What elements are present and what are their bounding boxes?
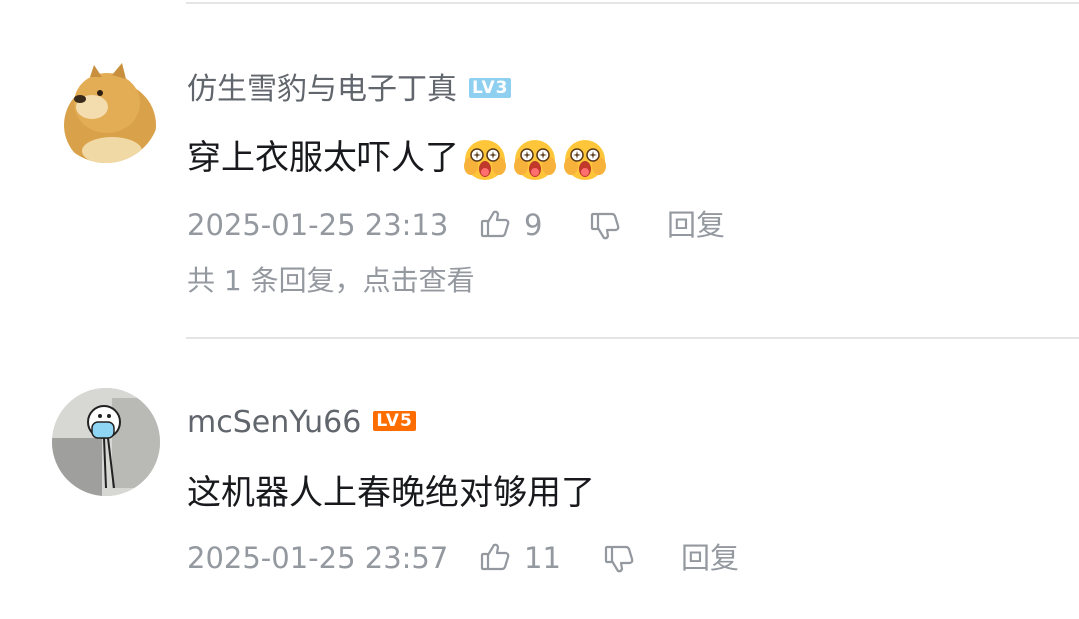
timestamp: 2025-01-25 23:13 <box>187 208 449 242</box>
comment-text: 穿上衣服太吓人了 <box>187 134 609 184</box>
shocked-face-icon <box>511 136 559 184</box>
top-divider <box>186 2 1079 4</box>
username-text[interactable]: 仿生雪豹与电子丁真 <box>187 72 457 107</box>
comment-text: 这机器人上春晚绝对够用了 <box>187 473 595 513</box>
reply-button[interactable]: 回复 <box>667 205 725 245</box>
like-count: 9 <box>524 208 543 242</box>
shocked-face-icon <box>461 136 509 184</box>
comment-divider <box>186 337 1079 339</box>
level-badge: LV5 <box>373 410 416 431</box>
comment-meta: 2025-01-25 23:57 11 回复 <box>187 538 787 578</box>
avatar[interactable] <box>52 388 160 496</box>
like-icon[interactable] <box>479 541 511 573</box>
comment-meta: 2025-01-25 23:13 9 回复 <box>187 205 787 245</box>
like-icon[interactable] <box>479 208 511 240</box>
username[interactable]: 仿生雪豹与电子丁真 LV3 <box>187 70 512 110</box>
comment-text-content: 穿上衣服太吓人了 <box>187 138 459 178</box>
reply-button[interactable]: 回复 <box>681 538 739 578</box>
level-badge: LV3 <box>469 77 512 98</box>
timestamp: 2025-01-25 23:57 <box>187 541 449 575</box>
username-text[interactable]: mcSenYu66 <box>187 405 361 440</box>
avatar[interactable] <box>52 55 160 163</box>
username[interactable]: mcSenYu66 LV5 <box>187 403 416 443</box>
like-count: 11 <box>524 541 561 575</box>
dislike-icon[interactable] <box>589 210 621 242</box>
dislike-icon[interactable] <box>603 543 635 575</box>
view-replies-link[interactable]: 共 1 条回复，点击查看 <box>187 261 475 301</box>
shocked-face-icon <box>561 136 609 184</box>
